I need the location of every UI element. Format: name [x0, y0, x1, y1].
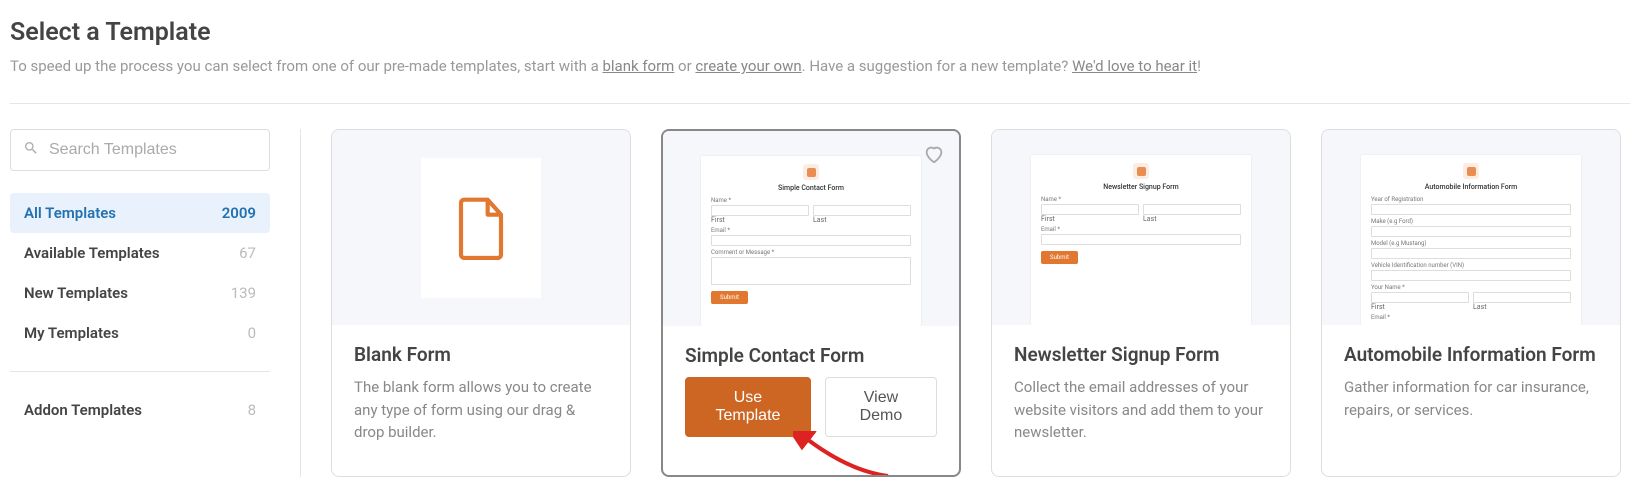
card-body: Simple Contact Form Use Template View De… — [663, 326, 959, 475]
create-own-link[interactable]: create your own — [695, 57, 801, 75]
form-preview: Newsletter Signup Form Name * FirstLast … — [1031, 155, 1251, 325]
card-description: Gather information for car insurance, re… — [1344, 376, 1598, 421]
preview-icon — [1463, 163, 1479, 179]
template-card-blank[interactable]: Blank Form The blank form allows you to … — [331, 129, 631, 477]
filter-addon-templates[interactable]: Addon Templates 8 — [10, 390, 270, 430]
template-grid: Blank Form The blank form allows you to … — [300, 129, 1630, 477]
view-demo-button[interactable]: View Demo — [825, 377, 937, 437]
filter-available-templates[interactable]: Available Templates 67 — [10, 233, 270, 273]
search-input[interactable] — [49, 141, 257, 159]
filter-label: All Templates — [24, 204, 116, 222]
filter-count: 139 — [231, 284, 256, 302]
search-icon — [23, 140, 39, 160]
preview-icon — [803, 164, 819, 180]
template-card-contact[interactable]: Simple Contact Form Name * FirstLast Ema… — [661, 129, 961, 477]
page-title: Select a Template — [10, 18, 1630, 47]
divider — [10, 371, 270, 372]
template-card-automobile[interactable]: Automobile Information Form Year of Regi… — [1321, 129, 1621, 477]
filter-all-templates[interactable]: All Templates 2009 — [10, 193, 270, 233]
divider — [10, 103, 1630, 104]
search-box[interactable] — [10, 129, 270, 171]
filter-list: All Templates 2009 Available Templates 6… — [10, 193, 270, 353]
filter-count: 8 — [248, 401, 256, 419]
card-title: Blank Form — [354, 343, 608, 366]
preview-icon — [1133, 163, 1149, 179]
blank-sheet — [421, 158, 541, 298]
card-title: Automobile Information Form — [1344, 343, 1598, 366]
blank-form-link[interactable]: blank form — [602, 57, 674, 75]
card-preview — [332, 130, 630, 325]
filter-my-templates[interactable]: My Templates 0 — [10, 313, 270, 353]
filter-label: My Templates — [24, 324, 119, 342]
file-icon — [456, 196, 506, 260]
sidebar: All Templates 2009 Available Templates 6… — [10, 129, 270, 477]
filter-label: New Templates — [24, 284, 128, 302]
filter-label: Available Templates — [24, 244, 160, 262]
use-template-button[interactable]: Use Template — [685, 377, 811, 437]
card-title: Simple Contact Form — [685, 344, 937, 367]
card-body: Automobile Information Form Gather infor… — [1322, 325, 1620, 476]
filter-count: 0 — [248, 324, 256, 342]
card-body: Newsletter Signup Form Collect the email… — [992, 325, 1290, 476]
card-description: The blank form allows you to create any … — [354, 376, 608, 444]
suggest-link[interactable]: We'd love to hear it — [1072, 57, 1197, 75]
card-title: Newsletter Signup Form — [1014, 343, 1268, 366]
form-preview: Automobile Information Form Year of Regi… — [1361, 155, 1581, 325]
card-body: Blank Form The blank form allows you to … — [332, 325, 630, 476]
filter-count: 2009 — [222, 204, 256, 222]
filter-label: Addon Templates — [24, 401, 142, 419]
favorite-icon[interactable] — [923, 143, 945, 169]
card-preview: Automobile Information Form Year of Regi… — [1322, 130, 1620, 325]
intro-text: To speed up the process you can select f… — [10, 57, 1630, 75]
card-description: Collect the email addresses of your webs… — [1014, 376, 1268, 444]
form-preview: Simple Contact Form Name * FirstLast Ema… — [701, 156, 921, 326]
template-card-newsletter[interactable]: Newsletter Signup Form Name * FirstLast … — [991, 129, 1291, 477]
card-preview: Newsletter Signup Form Name * FirstLast … — [992, 130, 1290, 325]
addon-list: Addon Templates 8 — [10, 390, 270, 430]
filter-count: 67 — [239, 244, 256, 262]
card-preview: Simple Contact Form Name * FirstLast Ema… — [663, 131, 959, 326]
filter-new-templates[interactable]: New Templates 139 — [10, 273, 270, 313]
